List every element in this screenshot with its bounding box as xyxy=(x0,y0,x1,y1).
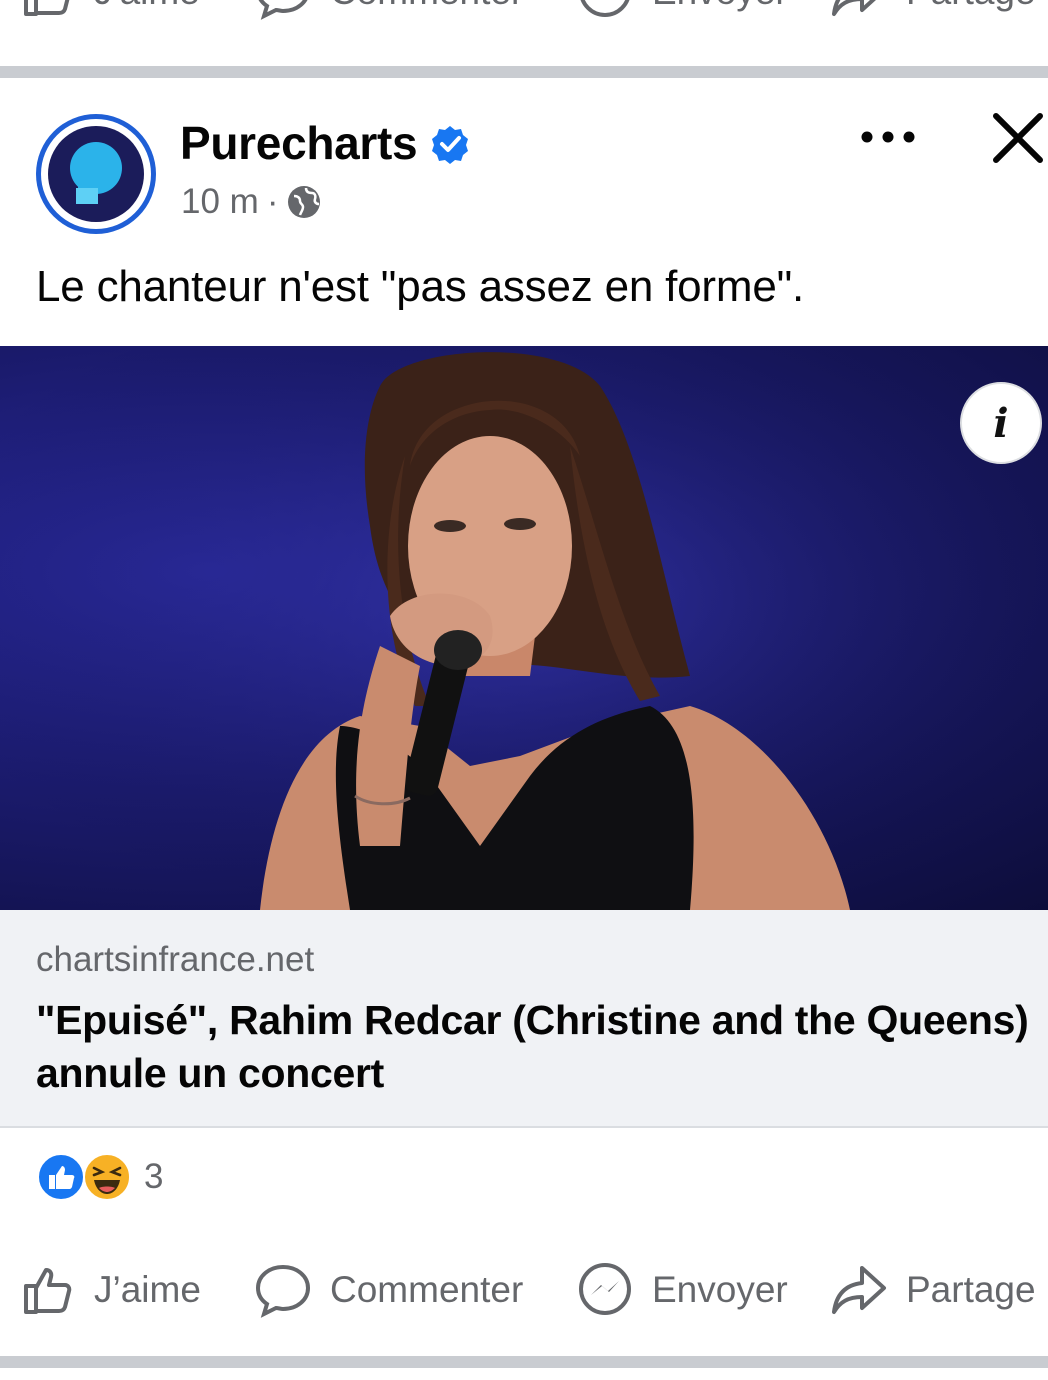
previous-like-label: J'aime xyxy=(94,0,200,13)
page-name[interactable]: Purecharts xyxy=(180,116,418,170)
previous-share-button[interactable]: Partage xyxy=(830,0,1036,16)
previous-like-button[interactable]: J'aime xyxy=(20,0,200,16)
more-options-icon[interactable] xyxy=(860,126,916,148)
comment-label: Commenter xyxy=(330,1269,524,1310)
post-meta: 10 m · xyxy=(181,182,322,222)
post-action-bar: J’aime Commenter Envoyer Partage xyxy=(0,1254,1048,1324)
post-photo[interactable] xyxy=(0,346,1048,910)
messenger-icon xyxy=(580,0,630,17)
previous-send-label: Envoyer xyxy=(652,0,788,13)
previous-share-label: Partage xyxy=(906,0,1036,13)
comment-button[interactable]: Commenter xyxy=(254,1264,524,1318)
bottom-separator xyxy=(0,1356,1048,1368)
post-caption: Le chanteur n'est "pas assez en forme". xyxy=(36,262,805,311)
share-button[interactable]: Partage xyxy=(830,1266,1036,1314)
thumbs-up-icon xyxy=(24,1268,72,1314)
link-domain: chartsinfrance.net xyxy=(36,940,315,979)
previous-post-action-bar: J'aime Commenter Envoyer Partage xyxy=(0,0,1048,26)
haha-reaction-icon xyxy=(83,1153,131,1201)
like-button[interactable]: J’aime xyxy=(20,1268,201,1314)
reaction-count: 3 xyxy=(144,1157,164,1196)
messenger-icon xyxy=(579,1263,631,1315)
close-icon[interactable] xyxy=(992,112,1044,164)
meta-separator: · xyxy=(266,182,279,221)
send-button[interactable]: Envoyer xyxy=(576,1263,788,1315)
singer-illustration xyxy=(0,346,1048,910)
share-label: Partage xyxy=(906,1269,1036,1310)
like-label: J’aime xyxy=(94,1269,201,1310)
post-time[interactable]: 10 m xyxy=(181,182,259,222)
globe-icon xyxy=(288,186,321,218)
thumbs-up-icon xyxy=(24,0,70,16)
reactions-summary[interactable]: 3 xyxy=(36,1152,163,1202)
share-icon xyxy=(832,0,876,16)
previous-comment-button[interactable]: Commenter xyxy=(254,0,523,20)
send-label: Envoyer xyxy=(652,1269,788,1310)
comment-icon xyxy=(258,0,308,20)
previous-send-button[interactable]: Envoyer xyxy=(576,0,788,17)
like-reaction-icon xyxy=(37,1153,85,1201)
verified-badge-icon xyxy=(432,126,468,164)
link-title[interactable]: "Epuisé", Rahim Redcar (Christine and th… xyxy=(36,994,1046,1100)
info-button[interactable]: i xyxy=(960,382,1042,464)
previous-comment-label: Commenter xyxy=(330,0,523,13)
page-avatar[interactable] xyxy=(36,114,156,234)
purecharts-logo-icon xyxy=(70,142,122,204)
share-icon xyxy=(832,1266,886,1314)
post-separator xyxy=(0,66,1048,78)
comment-icon xyxy=(255,1264,311,1318)
